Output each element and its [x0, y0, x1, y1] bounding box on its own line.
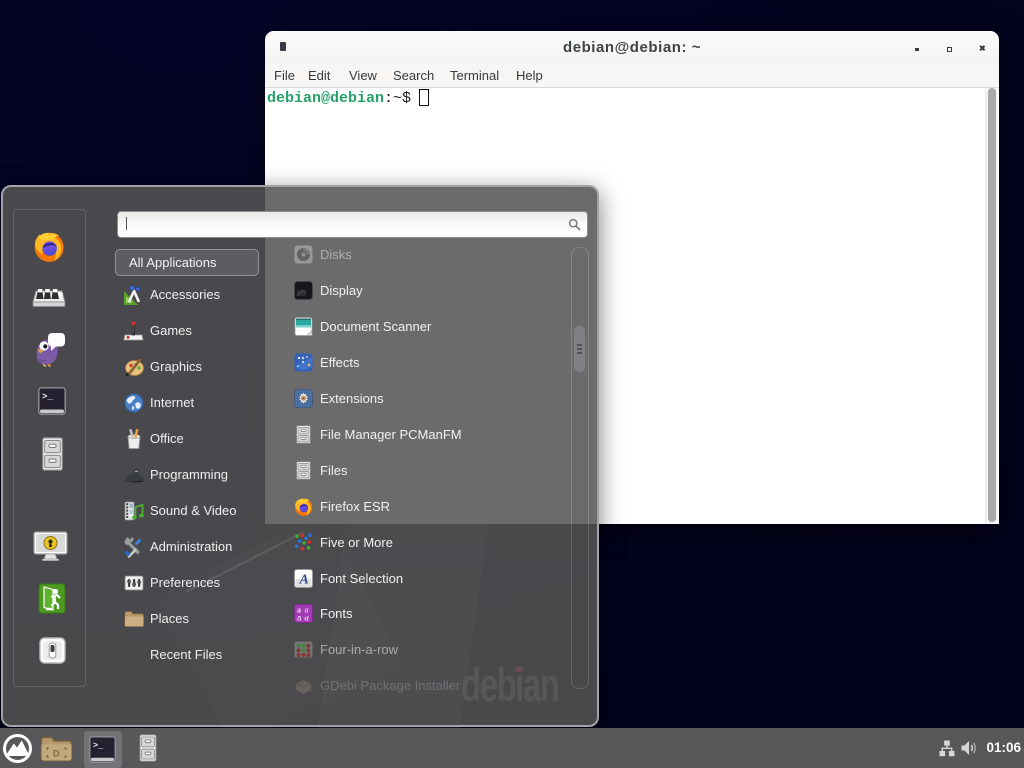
svg-text:a: a — [297, 614, 302, 623]
svg-text:D: D — [53, 749, 60, 759]
svg-text:A: A — [299, 573, 309, 588]
svg-text:>_: >_ — [42, 392, 53, 402]
svg-text:α: α — [305, 614, 310, 623]
svg-text:>_: >_ — [93, 741, 104, 751]
